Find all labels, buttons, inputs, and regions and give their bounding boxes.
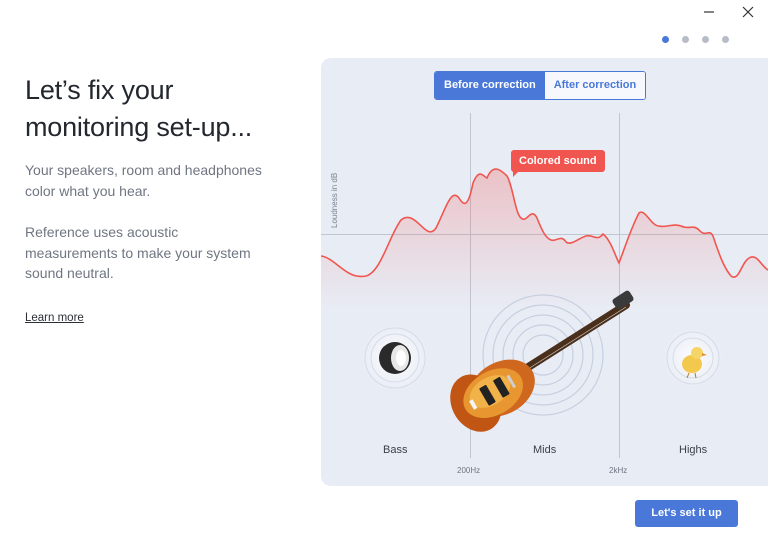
minimize-button[interactable] bbox=[698, 2, 720, 22]
bass-speaker-icon bbox=[361, 324, 429, 392]
frequency-response-curve bbox=[321, 168, 768, 432]
frequency-visual-panel: Before correction After correction Loudn… bbox=[321, 58, 768, 486]
minimize-icon bbox=[704, 11, 714, 13]
step-indicator bbox=[662, 36, 729, 43]
band-label-highs: Highs bbox=[679, 444, 708, 456]
close-icon bbox=[742, 6, 754, 18]
freq-mark-2khz: 2kHz bbox=[609, 466, 628, 475]
mids-guitar-icon bbox=[450, 290, 634, 432]
title-line-1: Let’s fix your bbox=[25, 75, 174, 105]
learn-more-link[interactable]: Learn more bbox=[25, 312, 84, 324]
band-label-bass: Bass bbox=[383, 444, 408, 456]
set-it-up-button[interactable]: Let's set it up bbox=[635, 500, 738, 527]
freq-mark-200hz: 200Hz bbox=[457, 466, 481, 475]
step-dot-3[interactable] bbox=[702, 36, 709, 43]
title-line-2: monitoring set-up... bbox=[25, 112, 253, 142]
intro-section: Let’s fix your monitoring set-up... Your… bbox=[25, 72, 295, 324]
close-button[interactable] bbox=[737, 2, 759, 22]
colored-sound-callout: Colored sound bbox=[511, 150, 605, 177]
step-dot-1[interactable] bbox=[662, 36, 669, 43]
highs-bird-icon bbox=[663, 328, 723, 388]
band-label-mids: Mids bbox=[533, 444, 557, 456]
intro-paragraph-1: Your speakers, room and headphones color… bbox=[25, 162, 262, 199]
intro-paragraph-2: Reference uses acoustic measurements to … bbox=[25, 224, 251, 281]
page-title: Let’s fix your monitoring set-up... bbox=[25, 72, 295, 146]
step-dot-2[interactable] bbox=[682, 36, 689, 43]
step-dot-4[interactable] bbox=[722, 36, 729, 43]
